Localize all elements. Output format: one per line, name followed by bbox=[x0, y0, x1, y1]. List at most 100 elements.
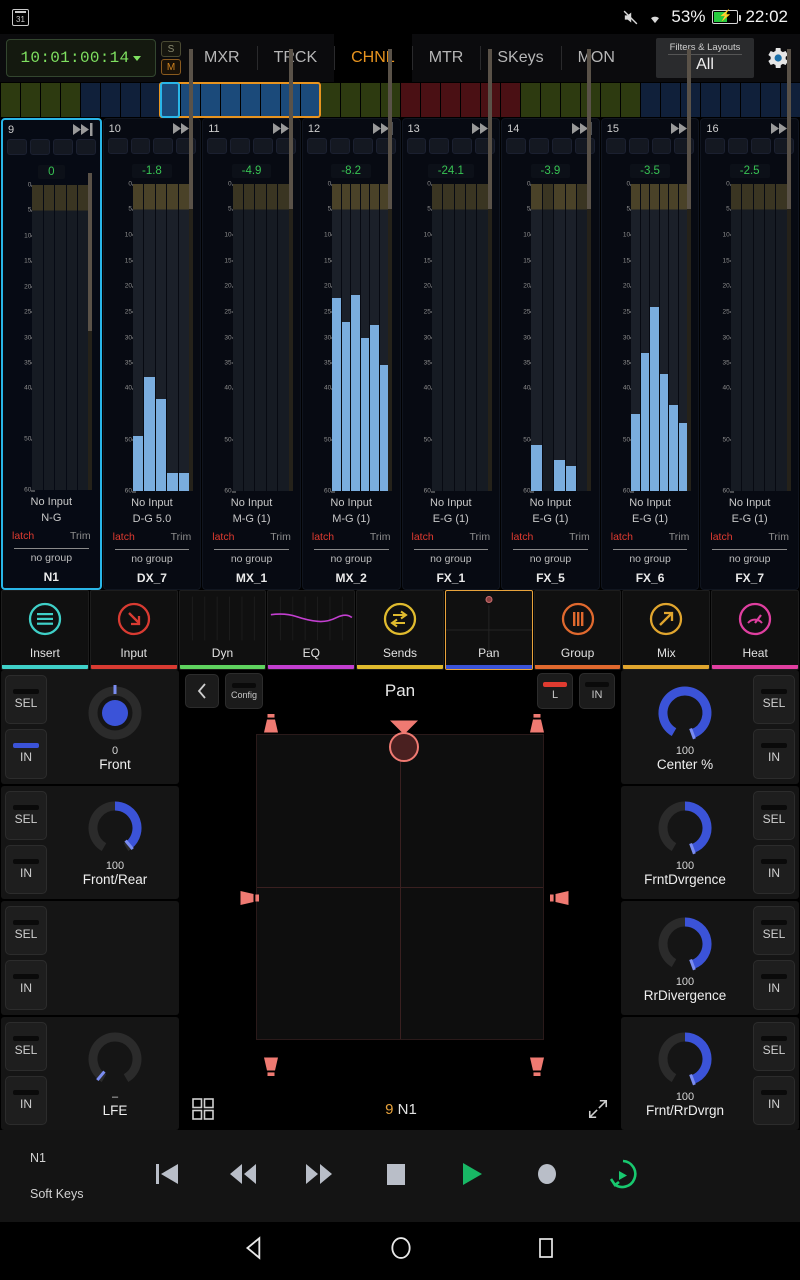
channel-trim-button[interactable]: Trim bbox=[470, 531, 491, 543]
channel-mini-button[interactable] bbox=[230, 138, 250, 154]
knob-lfe[interactable] bbox=[84, 1028, 146, 1090]
channel-group-label[interactable]: no group bbox=[306, 553, 397, 565]
control-sel-button[interactable]: SEL bbox=[5, 675, 47, 724]
channel-mini-button[interactable] bbox=[253, 138, 273, 154]
overview-cell[interactable] bbox=[561, 83, 580, 117]
channel-name[interactable]: FX_5 bbox=[505, 571, 596, 585]
channel-mini-button[interactable] bbox=[705, 138, 725, 154]
channel-group-label[interactable]: no group bbox=[704, 553, 795, 565]
overview-cell[interactable] bbox=[661, 83, 680, 117]
channel-mini-button[interactable] bbox=[376, 138, 396, 154]
channel-fader[interactable] bbox=[388, 184, 392, 491]
channel-mini-button[interactable] bbox=[276, 138, 296, 154]
channel-strip[interactable]: 9005101520253035405060No InputN-GlatchTr… bbox=[1, 118, 102, 590]
knob-dial[interactable] bbox=[654, 1028, 716, 1090]
overview-cell[interactable] bbox=[141, 83, 160, 117]
meter-body[interactable]: 05101520253035405060 bbox=[613, 184, 687, 491]
function-tab-mix[interactable]: Mix bbox=[622, 590, 710, 670]
meter-body[interactable]: 05101520253035405060 bbox=[14, 185, 88, 490]
knob-front[interactable] bbox=[84, 682, 146, 744]
channel-latch-button[interactable]: latch bbox=[113, 531, 135, 543]
channel-mini-button[interactable] bbox=[131, 138, 151, 154]
tab-trck[interactable]: TRCK bbox=[257, 34, 335, 82]
control-sel-button[interactable]: SEL bbox=[753, 1022, 795, 1071]
channel-fader[interactable] bbox=[687, 184, 691, 491]
channel-mini-button[interactable] bbox=[176, 138, 196, 154]
function-tab-sends[interactable]: Sends bbox=[356, 590, 444, 670]
channel-latch-button[interactable]: latch bbox=[212, 531, 234, 543]
fader-knob[interactable] bbox=[388, 49, 392, 209]
control-in-button[interactable]: IN bbox=[5, 960, 47, 1009]
meter-body[interactable]: 05101520253035405060 bbox=[713, 184, 787, 491]
grid-icon[interactable] bbox=[191, 1097, 215, 1121]
tab-chnl[interactable]: CHNL bbox=[334, 34, 412, 82]
meter-body[interactable]: 05101520253035405060 bbox=[414, 184, 488, 491]
overview-cell[interactable] bbox=[701, 83, 720, 117]
overview-cell[interactable] bbox=[21, 83, 40, 117]
overview-cell[interactable] bbox=[341, 83, 360, 117]
channel-latch-button[interactable]: latch bbox=[710, 531, 732, 543]
tab-mtr[interactable]: MTR bbox=[412, 34, 481, 82]
in-button[interactable]: IN bbox=[579, 673, 615, 709]
channel-overview-strip[interactable] bbox=[0, 82, 800, 118]
channel-mini-button[interactable] bbox=[330, 138, 350, 154]
channel-trim-button[interactable]: Trim bbox=[370, 531, 391, 543]
knob-frntdvrgence[interactable] bbox=[654, 797, 716, 859]
control-sel-button[interactable]: SEL bbox=[753, 675, 795, 724]
channel-latch-button[interactable]: latch bbox=[412, 531, 434, 543]
channel-strip[interactable]: 14-3.905101520253035405060No InputE-G (1… bbox=[501, 118, 600, 590]
channel-group-label[interactable]: no group bbox=[605, 553, 696, 565]
fader-knob[interactable] bbox=[587, 49, 591, 209]
channel-mini-button[interactable] bbox=[552, 138, 572, 154]
channel-mini-button[interactable] bbox=[475, 138, 495, 154]
function-tab-heat[interactable]: Heat bbox=[711, 590, 799, 670]
channel-strip[interactable]: 11-4.905101520253035405060No InputM-G (1… bbox=[202, 118, 301, 590]
android-home-icon[interactable] bbox=[388, 1235, 414, 1261]
overview-cell[interactable] bbox=[441, 83, 460, 117]
channel-fader[interactable] bbox=[189, 184, 193, 491]
fader-knob[interactable] bbox=[687, 49, 691, 209]
channel-name[interactable]: FX_1 bbox=[406, 571, 497, 585]
overview-cell[interactable] bbox=[501, 83, 520, 117]
overview-cell[interactable] bbox=[721, 83, 740, 117]
channel-fader[interactable] bbox=[88, 185, 92, 490]
tab-mon[interactable]: MON bbox=[561, 34, 632, 82]
record-button[interactable] bbox=[530, 1158, 564, 1195]
overview-cell[interactable] bbox=[621, 83, 640, 117]
channel-trim-button[interactable]: Trim bbox=[70, 530, 91, 542]
channel-mini-button[interactable] bbox=[751, 138, 771, 154]
channel-strip[interactable]: 16-2.505101520253035405060No InputE-G (1… bbox=[700, 118, 799, 590]
return-to-start-button[interactable] bbox=[150, 1158, 184, 1195]
function-tab-pan[interactable]: Pan bbox=[445, 590, 533, 670]
soft-keys-label[interactable]: Soft Keys bbox=[30, 1187, 150, 1201]
channel-mini-button[interactable] bbox=[153, 138, 173, 154]
overview-cell[interactable] bbox=[521, 83, 540, 117]
knob-rrdivergence[interactable] bbox=[654, 913, 716, 975]
channel-strip[interactable]: 12-8.205101520253035405060No InputM-G (1… bbox=[302, 118, 401, 590]
function-tab-insert[interactable]: Insert bbox=[1, 590, 89, 670]
control-sel-button[interactable]: SEL bbox=[5, 791, 47, 840]
channel-mini-button[interactable] bbox=[30, 139, 50, 155]
knob-dial[interactable] bbox=[654, 797, 716, 859]
channel-name[interactable]: FX_7 bbox=[704, 571, 795, 585]
fader-knob[interactable] bbox=[488, 49, 492, 209]
channel-name[interactable]: N1 bbox=[6, 570, 97, 584]
overview-cell[interactable] bbox=[121, 83, 140, 117]
fader-knob[interactable] bbox=[787, 49, 791, 209]
fader-knob[interactable] bbox=[88, 173, 92, 332]
channel-name[interactable]: MX_1 bbox=[206, 571, 297, 585]
overview-cell[interactable] bbox=[741, 83, 760, 117]
meter-body[interactable]: 05101520253035405060 bbox=[115, 184, 189, 491]
channel-mini-button[interactable] bbox=[529, 138, 549, 154]
overview-cell[interactable] bbox=[601, 83, 620, 117]
channel-mini-button[interactable] bbox=[506, 138, 526, 154]
control-in-button[interactable]: IN bbox=[753, 845, 795, 894]
channel-mini-button[interactable] bbox=[207, 138, 227, 154]
timecode-display[interactable]: 10:01:00:14 bbox=[6, 39, 156, 77]
channel-mini-button[interactable] bbox=[606, 138, 626, 154]
channel-group-label[interactable]: no group bbox=[406, 553, 497, 565]
channel-group-label[interactable]: no group bbox=[6, 552, 97, 564]
channel-fader[interactable] bbox=[787, 184, 791, 491]
channel-trim-button[interactable]: Trim bbox=[171, 531, 192, 543]
control-sel-button[interactable]: SEL bbox=[5, 1022, 47, 1071]
